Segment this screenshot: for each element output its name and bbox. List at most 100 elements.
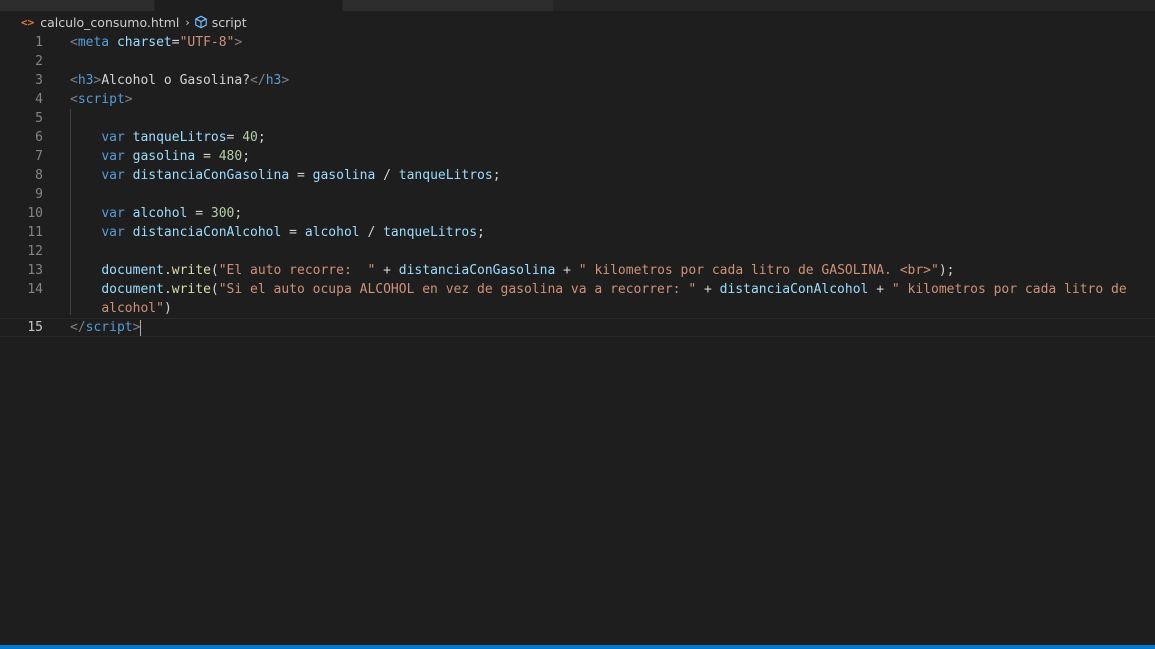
code-line[interactable]: 8 var distanciaConGasolina = gasolina / … [0, 166, 1155, 185]
code-token: = [195, 149, 219, 164]
code-token: ( [210, 282, 219, 297]
line-number: 2 [35, 54, 43, 69]
editor-tab-active[interactable] [155, 0, 343, 11]
line-number: 15 [27, 320, 43, 335]
breadcrumb-file-label: calculo_consumo.html [40, 14, 180, 30]
code-token: + [868, 282, 892, 297]
code-token: < [70, 92, 78, 107]
code-token: 300 [210, 206, 235, 221]
code-token: " kilometros por cada litro de GASOLINA.… [578, 263, 939, 278]
code-token: charset [116, 35, 172, 50]
code-token: ; [234, 206, 243, 221]
code-text: var distanciaConAlcohol = alcohol / tanq… [70, 223, 485, 242]
line-number: 12 [27, 244, 43, 259]
code-token: distanciaConAlcohol [132, 225, 282, 240]
code-token: ; [257, 130, 266, 145]
code-line[interactable]: 6 var tanqueLitros= 40; [0, 128, 1155, 147]
code-token: distanciaConAlcohol [719, 282, 869, 297]
code-token: < [70, 73, 78, 88]
code-token: alcohol [304, 225, 360, 240]
editor-tab-3[interactable] [343, 0, 554, 11]
code-token: > [124, 92, 133, 107]
breadcrumb-symbol-label: script [211, 14, 247, 30]
code-token: = [289, 168, 313, 183]
code-text: document.write("El auto recorre: " + dis… [70, 261, 954, 280]
code-text: alcohol") [70, 299, 171, 318]
line-number: 4 [35, 92, 43, 107]
code-line[interactable]: 4 <script> [0, 90, 1155, 109]
code-text: <h3>Alcohol o Gasolina?</h3> [70, 71, 289, 90]
code-token: </ [70, 320, 86, 335]
code-token: / [359, 225, 384, 240]
code-line[interactable]: 13 document.write("El auto recorre: " + … [0, 261, 1155, 280]
code-line[interactable]: 1 <meta charset="UTF-8"> [0, 33, 1155, 52]
breadcrumb-file[interactable]: <> calculo_consumo.html [21, 15, 179, 30]
line-number: 5 [35, 111, 43, 126]
breadcrumb-symbol[interactable]: script [194, 15, 247, 30]
line-number: 6 [35, 130, 43, 145]
code-line[interactable]: 3 <h3>Alcohol o Gasolina?</h3> [0, 71, 1155, 90]
code-token: h3 [265, 73, 282, 88]
editor-tab-1[interactable] [0, 0, 155, 11]
code-token: = [187, 206, 211, 221]
code-token: var [101, 130, 125, 145]
code-text: var gasolina = 480; [70, 147, 250, 166]
code-token: tanqueLitros [398, 168, 493, 183]
code-token: ; [492, 168, 501, 183]
code-token: gasolina [312, 168, 376, 183]
code-line[interactable]: 11 var distanciaConAlcohol = alcohol / t… [0, 223, 1155, 242]
code-token: document [101, 282, 164, 297]
code-token: distanciaConGasolina [132, 168, 290, 183]
code-token: > [234, 35, 243, 50]
text-cursor [140, 319, 142, 336]
code-token: tanqueLitros [132, 130, 227, 145]
line-number: 11 [27, 225, 43, 240]
code-line[interactable]: 12 [0, 242, 1155, 261]
code-text: var alcohol = 300; [70, 204, 242, 223]
symbol-cube-icon [194, 15, 207, 29]
code-token: var [101, 225, 125, 240]
code-token: h3 [77, 73, 94, 88]
code-text: <script> [70, 90, 133, 109]
code-line[interactable]: 15 </script> [0, 318, 1155, 337]
code-text: </script> [70, 319, 142, 336]
code-token: ); [938, 263, 955, 278]
code-token: " kilometros por cada litro de [891, 282, 1127, 297]
code-token: script [77, 92, 125, 107]
code-line[interactable]: 2 [0, 52, 1155, 71]
code-editor[interactable]: 1 <meta charset="UTF-8"> 2 3 <h3>Alcohol o G… [0, 33, 1155, 644]
code-token: gasolina [132, 149, 196, 164]
code-token: "UTF-8" [179, 35, 235, 50]
line-number: 9 [35, 187, 43, 202]
code-token: meta [77, 35, 110, 50]
code-line[interactable]: 7 var gasolina = 480; [0, 147, 1155, 166]
code-line[interactable]: 9 [0, 185, 1155, 204]
code-token: script [85, 320, 133, 335]
code-token: var [101, 149, 125, 164]
tab-strip [0, 0, 1155, 11]
code-token: = [226, 130, 243, 145]
code-token: distanciaConGasolina [398, 263, 556, 278]
code-token: . [163, 282, 172, 297]
line-number: 7 [35, 149, 43, 164]
code-line[interactable]: 10 var alcohol = 300; [0, 204, 1155, 223]
code-line[interactable]: 5 [0, 109, 1155, 128]
code-token: var [101, 168, 125, 183]
code-line[interactable]: 14 document.write("Si el auto ocupa ALCO… [0, 280, 1155, 299]
code-token: write [171, 282, 211, 297]
code-token: ; [242, 149, 251, 164]
code-line[interactable]: alcohol") [0, 299, 1155, 318]
code-token: + [696, 282, 720, 297]
code-token: > [132, 320, 141, 335]
code-token: alcohol [132, 206, 188, 221]
code-token: write [171, 263, 211, 278]
